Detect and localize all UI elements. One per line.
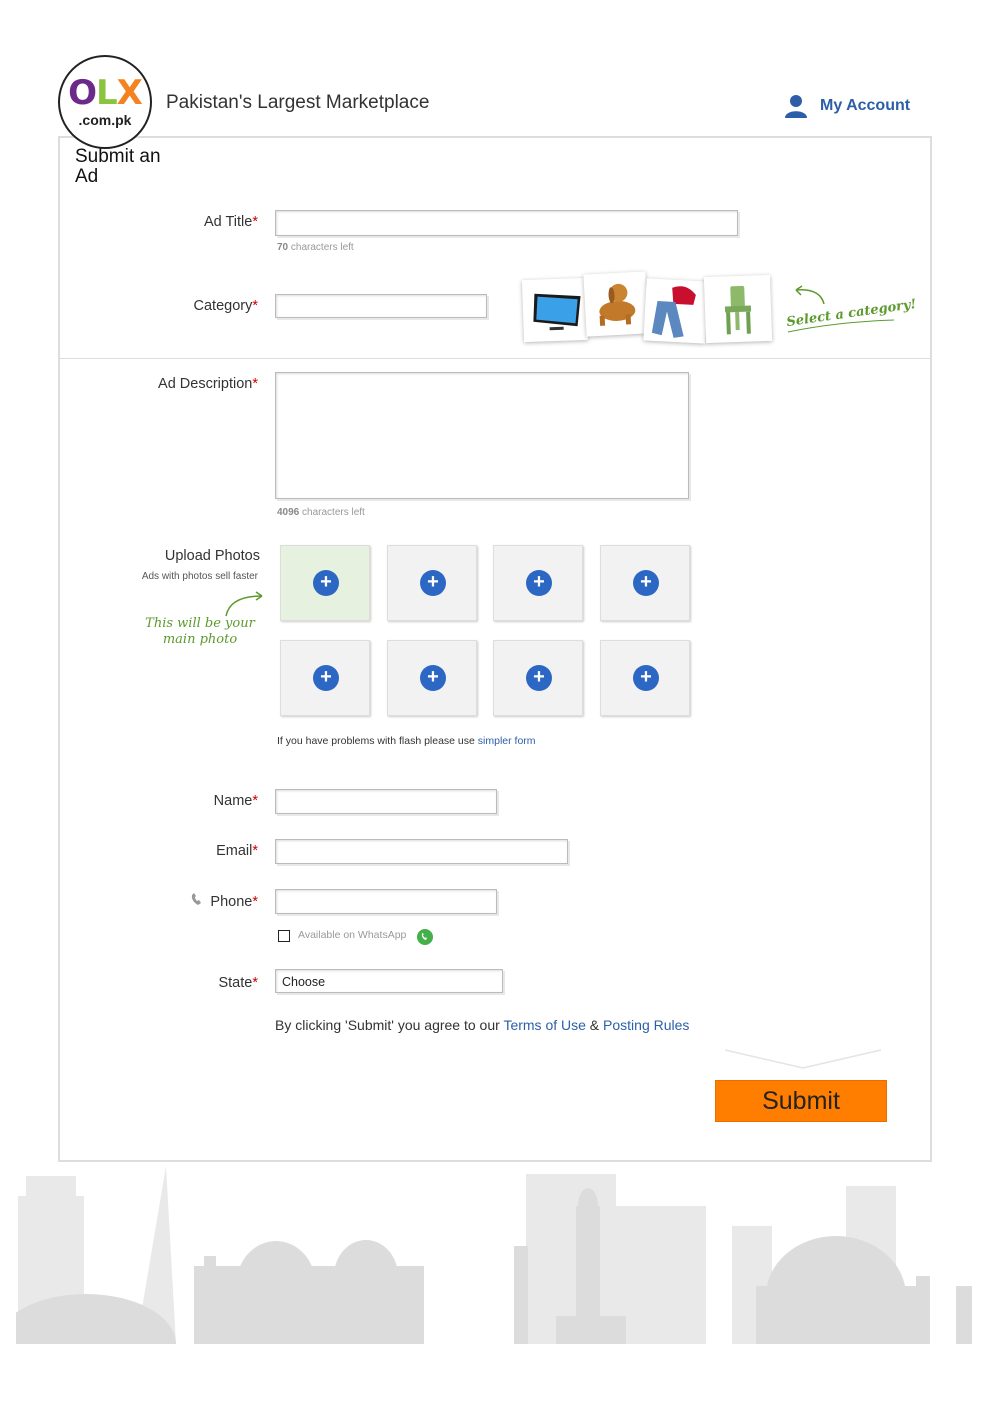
terms-text: By clicking 'Submit' you agree to our Te… (275, 1017, 690, 1033)
category-card-pets[interactable] (583, 271, 649, 337)
name-input[interactable] (275, 789, 497, 814)
flash-note: If you have problems with flash please u… (277, 735, 536, 747)
photo-slot-5[interactable]: + (280, 640, 370, 716)
submit-button[interactable]: Submit (715, 1080, 887, 1122)
whatsapp-checkbox[interactable] (278, 930, 290, 942)
description-chars-left: 4096 characters left (277, 507, 365, 518)
logo-letter-l: L (96, 73, 118, 113)
main-photo-note: This will be your main photo (145, 616, 255, 647)
category-card-fashion[interactable] (643, 278, 709, 344)
add-photo-icon: + (420, 570, 446, 596)
photo-slot-1[interactable]: + (280, 545, 370, 621)
email-label: Email* (216, 843, 258, 859)
photo-slot-7[interactable]: + (493, 640, 583, 716)
ad-title-chars-left: 70 characters left (277, 242, 354, 253)
logo-letter-x: X (116, 73, 143, 113)
description-label: Ad Description* (158, 376, 258, 392)
terms-of-use-link[interactable]: Terms of Use (503, 1017, 585, 1033)
add-photo-icon: + (526, 570, 552, 596)
ad-title-label: Ad Title* (203, 214, 258, 230)
state-label: State* (218, 975, 258, 991)
form-title: Submit an Ad (75, 146, 161, 187)
site-tagline: Pakistan's Largest Marketplace (166, 92, 430, 113)
description-textarea[interactable] (275, 372, 689, 499)
section-divider (60, 358, 930, 359)
upload-photos-label: Upload Photos (164, 548, 260, 564)
whatsapp-label: Available on WhatsApp (298, 929, 407, 941)
photo-slot-4[interactable]: + (600, 545, 690, 621)
photo-slot-3[interactable]: + (493, 545, 583, 621)
upload-photos-sublabel: Ads with photos sell faster (141, 571, 258, 582)
phone-icon (192, 893, 202, 905)
olx-logo[interactable]: OLX .com.pk (58, 55, 152, 149)
category-card-electronics[interactable] (521, 277, 589, 343)
ad-title-input[interactable] (275, 210, 738, 236)
simpler-form-link[interactable]: simpler form (478, 735, 536, 747)
tv-icon (533, 293, 581, 331)
my-account-label: My Account (820, 97, 911, 114)
add-photo-icon: + (313, 570, 339, 596)
dog-icon (599, 283, 636, 326)
add-photo-icon: + (420, 665, 446, 691)
clothes-icon (651, 286, 696, 338)
user-icon (785, 95, 807, 118)
category-select[interactable] (275, 294, 487, 318)
my-account-link[interactable]: My Account (784, 93, 910, 119)
photo-slot-8[interactable]: + (600, 640, 690, 716)
photo-slot-6[interactable]: + (387, 640, 477, 716)
name-label: Name* (213, 793, 258, 809)
posting-rules-link[interactable]: Posting Rules (603, 1017, 689, 1033)
email-input[interactable] (275, 839, 568, 864)
city-skyline-illustration (16, 1166, 972, 1344)
phone-label: Phone* (58, 893, 258, 910)
logo-letter-o: O (68, 73, 97, 113)
state-select[interactable]: Choose (275, 969, 503, 993)
chair-icon (724, 285, 752, 335)
category-label: Category* (193, 298, 259, 314)
add-photo-icon: + (633, 570, 659, 596)
category-card-furniture[interactable] (703, 274, 773, 344)
photo-slot-2[interactable]: + (387, 545, 477, 621)
main-photo-arrow (225, 591, 263, 617)
add-photo-icon: + (633, 665, 659, 691)
add-photo-icon: + (313, 665, 339, 691)
submit-chevron-decoration (725, 1049, 881, 1069)
phone-input[interactable] (275, 889, 497, 914)
add-photo-icon: + (526, 665, 552, 691)
whatsapp-icon (417, 929, 433, 945)
logo-domain: .com.pk (78, 112, 132, 128)
